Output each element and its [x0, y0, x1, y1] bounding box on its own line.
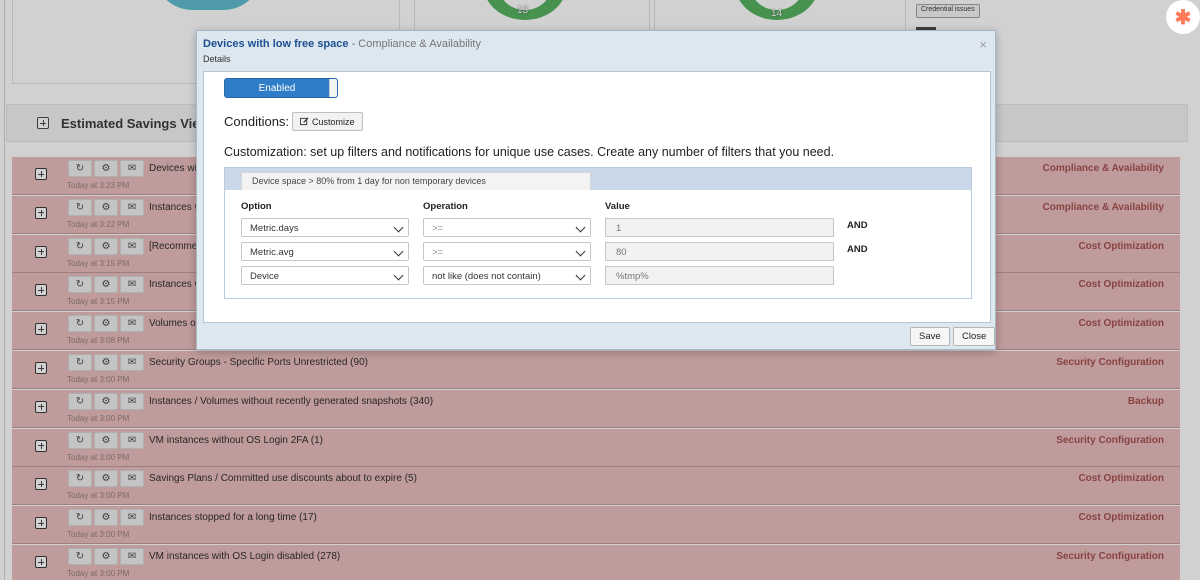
toggle-knob[interactable]	[329, 79, 337, 97]
operation-select[interactable]: >=	[423, 242, 591, 261]
operation-column-header: Operation	[423, 201, 468, 212]
dialog-subtitle: Details	[203, 54, 231, 64]
value-input[interactable]: %tmp%	[605, 266, 834, 285]
filter-dialog: Devices with low free space - Compliance…	[196, 30, 996, 350]
chevron-down-icon	[393, 270, 404, 281]
option-select[interactable]: Device	[241, 266, 409, 285]
filter-tabs-bar: Device space > 80% from 1 day for non te…	[225, 168, 971, 190]
edit-icon	[300, 117, 309, 126]
conditions-label: Conditions:	[224, 114, 290, 129]
customize-button[interactable]: Customize	[292, 112, 363, 131]
enabled-toggle[interactable]: Enabled	[224, 78, 338, 98]
chevron-down-icon	[575, 270, 586, 281]
chevron-down-icon	[575, 222, 586, 233]
option-value: Metric.avg	[250, 247, 294, 258]
option-column-header: Option	[241, 201, 272, 212]
and-label: AND	[847, 220, 868, 231]
dialog-body: Enabled Conditions: Customize Customizat…	[203, 71, 991, 323]
toggle-label: Enabled	[258, 82, 296, 94]
close-icon[interactable]: ×	[979, 37, 987, 52]
filter-panel: Device space > 80% from 1 day for non te…	[224, 167, 972, 299]
filter-tab[interactable]: Device space > 80% from 1 day for non te…	[241, 172, 591, 190]
customization-description: Customization: set up filters and notifi…	[224, 145, 835, 159]
dialog-title-main: Devices with low free space	[203, 38, 349, 50]
option-value: Metric.days	[250, 223, 299, 234]
option-select[interactable]: Metric.avg	[241, 242, 409, 261]
hubspot-icon[interactable]: ✱	[1166, 0, 1200, 34]
option-value: Device	[250, 271, 280, 282]
value-column-header: Value	[605, 201, 630, 212]
dialog-title: Devices with low free space - Compliance…	[203, 38, 481, 50]
option-select[interactable]: Metric.days	[241, 218, 409, 237]
and-label: AND	[847, 244, 868, 255]
operation-select[interactable]: >=	[423, 218, 591, 237]
operation-value: >=	[432, 223, 444, 234]
save-button[interactable]: Save	[910, 327, 950, 346]
dialog-title-suffix: - Compliance & Availability	[348, 38, 481, 50]
operation-select[interactable]: not like (does not contain)	[423, 266, 591, 285]
value-input[interactable]: 80	[605, 242, 834, 261]
customize-label: Customize	[312, 116, 355, 127]
chevron-down-icon	[393, 222, 404, 233]
operation-value: not like (does not contain)	[432, 271, 541, 282]
chevron-down-icon	[575, 246, 586, 257]
chevron-down-icon	[393, 246, 404, 257]
operation-value: >=	[432, 247, 444, 258]
value-input[interactable]: 1	[605, 218, 834, 237]
close-button[interactable]: Close	[953, 327, 996, 346]
